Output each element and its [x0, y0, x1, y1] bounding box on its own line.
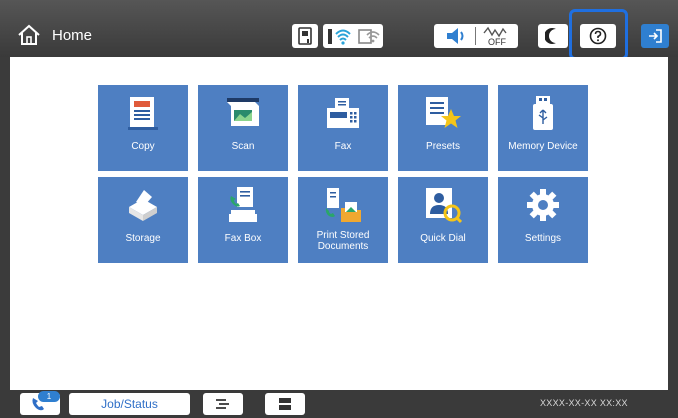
tile-label: Copy	[131, 141, 155, 152]
volume-icon	[446, 28, 463, 44]
tile-label: Storage	[125, 233, 161, 244]
quick-dial-tile[interactable]: Quick Dial	[398, 177, 488, 263]
presets-tile[interactable]: Presets	[398, 85, 488, 171]
fax-count-badge: 1	[38, 391, 60, 402]
logout-icon	[649, 29, 662, 43]
help-icon	[589, 27, 607, 45]
tile-label: Fax	[334, 141, 352, 152]
tile-label: Quick Dial	[420, 233, 466, 244]
memory-device-tile[interactable]: Memory Device	[498, 85, 588, 171]
job-status-label: Job/Status	[101, 397, 158, 411]
help-button[interactable]	[580, 24, 616, 48]
memory-device-icon	[298, 27, 312, 45]
tile-label: Fax Box	[224, 233, 262, 244]
wifi-icon	[327, 29, 351, 45]
tile-label: Scan	[231, 141, 255, 152]
home-label[interactable]: Home	[52, 27, 92, 44]
memory-device-icon	[533, 96, 553, 130]
printer-status-button[interactable]	[265, 393, 305, 415]
tile-label: Settings	[524, 233, 562, 244]
copy-tile[interactable]: Copy	[98, 85, 188, 171]
scan-tile[interactable]: Scan	[198, 85, 288, 171]
print-stored-documents-icon	[325, 188, 361, 222]
date-time: XXXX-XX-XX XX:XX	[540, 398, 628, 408]
home-icon[interactable]	[17, 24, 41, 46]
memory-device-status[interactable]	[292, 24, 318, 48]
settings-tile[interactable]: Settings	[498, 177, 588, 263]
settings-icon	[527, 189, 559, 221]
sound-power-status[interactable]: OFF	[434, 24, 518, 48]
status-divider	[474, 27, 476, 45]
scan-icon	[227, 98, 259, 126]
tile-label: Print Stored Documents	[316, 230, 370, 252]
quick-dial-icon	[426, 188, 462, 224]
job-status-button[interactable]: Job/Status	[69, 393, 190, 415]
logout-button[interactable]	[641, 24, 669, 48]
storage-icon	[129, 190, 157, 221]
power-save-off-icon: OFF	[482, 26, 507, 47]
fax-tile[interactable]: Fax	[298, 85, 388, 171]
print-queue-button[interactable]	[203, 393, 243, 415]
printer-icon	[279, 398, 291, 410]
wifi-direct-icon	[357, 29, 380, 44]
tile-label: Memory Device	[508, 141, 578, 152]
fax-icon	[327, 98, 359, 128]
sleep-icon	[545, 28, 556, 44]
storage-tile[interactable]: Storage	[98, 177, 188, 263]
tile-label: Presets	[426, 141, 460, 152]
fax-box-icon	[229, 187, 257, 222]
queue-icon	[216, 399, 229, 409]
svg-text:OFF: OFF	[488, 37, 506, 47]
fax-box-tile[interactable]: Fax Box	[198, 177, 288, 263]
copy-icon	[128, 97, 158, 130]
sleep-status[interactable]	[538, 24, 568, 48]
print-stored-documents-tile[interactable]: Print Stored Documents	[298, 177, 388, 263]
network-status[interactable]	[323, 24, 383, 48]
presets-icon	[426, 97, 461, 128]
